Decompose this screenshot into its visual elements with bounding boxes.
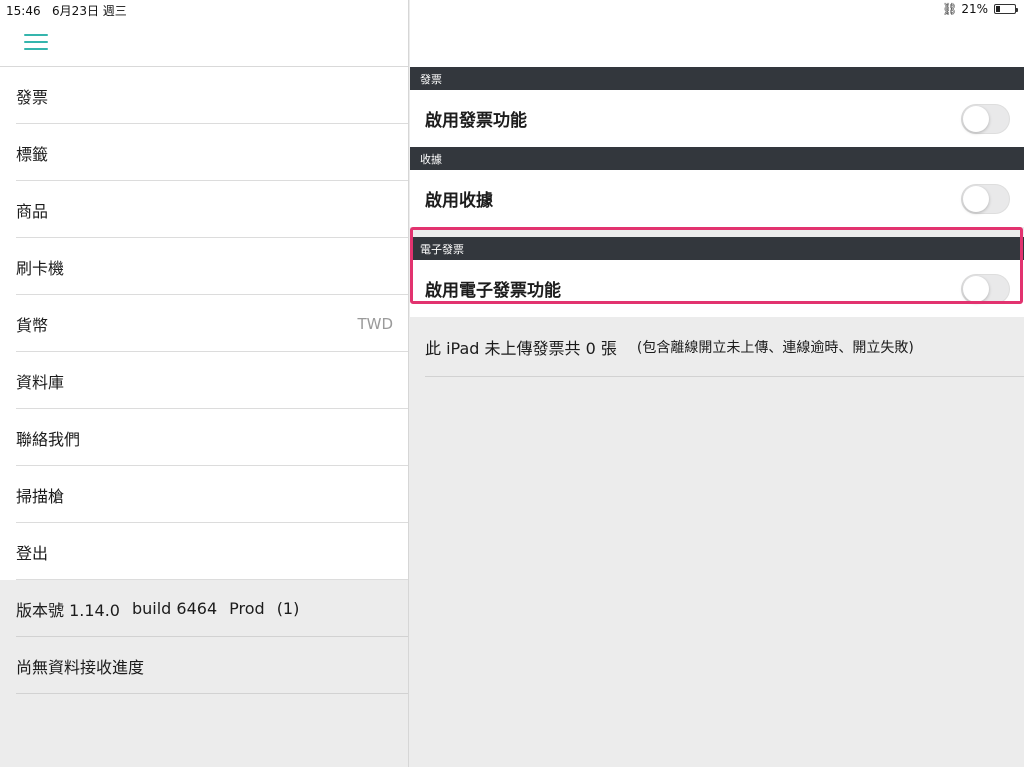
status-time: 15:46 — [6, 4, 41, 18]
sidebar-menu: 發票 標籤 商品 刷卡機 貨幣 TWD 資料庫 聯絡我們 掃描槍 登出 — [0, 67, 408, 580]
section-header-invoice: 發票 — [410, 67, 1024, 90]
version-info: 版本號 1.14.0 build 6464 Prod (1) — [0, 580, 408, 637]
version-count: (1) — [276, 599, 300, 618]
section-header-e-invoice: 電子發票 — [410, 237, 1024, 260]
sidebar-item-logout[interactable]: 登出 — [0, 523, 408, 580]
sidebar-item-products[interactable]: 商品 — [0, 181, 408, 238]
setting-enable-receipt: 啟用收據 — [410, 170, 1024, 227]
sidebar-item-label: 商品 — [16, 201, 49, 221]
link-icon: ⛓ — [942, 2, 958, 16]
environment-label: Prod — [229, 599, 265, 618]
setting-label: 啟用收據 — [425, 191, 493, 211]
version-number: 版本號 1.14.0 — [16, 600, 120, 620]
status-bar: 15:46 6月23日 週三 ⛓ 21% — [0, 0, 1024, 20]
battery-fill — [996, 6, 1000, 12]
toggle-knob — [963, 105, 989, 132]
status-date: 6月23日 週三 — [52, 4, 127, 18]
sidebar-item-label: 標籤 — [16, 144, 49, 164]
sidebar-item-label: 刷卡機 — [16, 258, 65, 278]
pending-count-text: 此 iPad 未上傳發票共 0 張 — [425, 339, 617, 358]
sidebar-item-label: 掃描槍 — [16, 486, 65, 506]
status-indicators: ⛓ 21% — [942, 2, 1018, 16]
currency-value: TWD — [357, 314, 393, 333]
pending-note: (包含離線開立未上傳、連線逾時、開立失敗) — [636, 340, 914, 356]
sidebar-item-labels[interactable]: 標籤 — [0, 124, 408, 181]
section-title: 電子發票 — [420, 242, 464, 256]
e-invoice-toggle[interactable] — [961, 273, 1010, 304]
sidebar-item-contact[interactable]: 聯絡我們 — [0, 409, 408, 466]
sidebar-item-label: 聯絡我們 — [16, 429, 81, 449]
sidebar-item-database[interactable]: 資料庫 — [0, 352, 408, 409]
section-title: 發票 — [420, 72, 442, 86]
sync-status-text: 尚無資料接收進度 — [16, 657, 145, 677]
build-number: build 6464 — [131, 599, 218, 618]
sidebar: 發票 標籤 商品 刷卡機 貨幣 TWD 資料庫 聯絡我們 掃描槍 登出 版本號 … — [0, 0, 409, 767]
receipt-toggle[interactable] — [961, 183, 1010, 214]
setting-label: 啟用發票功能 — [425, 111, 527, 131]
sidebar-item-label: 發票 — [16, 87, 49, 107]
setting-enable-e-invoice: 啟用電子發票功能 — [410, 260, 1024, 317]
settings-content: 發票 啟用發票功能 收據 啟用收據 電子發票 啟用電子發票功能 此 iPad 未… — [410, 0, 1024, 767]
section-title: 收據 — [420, 152, 442, 166]
sidebar-item-label: 貨幣 — [16, 315, 49, 335]
toggle-knob — [963, 185, 989, 212]
sidebar-info: 版本號 1.14.0 build 6464 Prod (1) 尚無資料接收進度 — [0, 580, 408, 694]
pending-invoices: 此 iPad 未上傳發票共 0 張 (包含離線開立未上傳、連線逾時、開立失敗) — [410, 317, 1024, 377]
invoice-toggle[interactable] — [961, 103, 1010, 134]
sidebar-item-label: 登出 — [16, 543, 49, 563]
sync-status: 尚無資料接收進度 — [0, 637, 408, 694]
status-time-date: 15:46 6月23日 週三 — [6, 2, 127, 19]
setting-label: 啟用電子發票功能 — [425, 281, 561, 301]
sidebar-item-scanner[interactable]: 掃描槍 — [0, 466, 408, 523]
sidebar-item-currency[interactable]: 貨幣 TWD — [0, 295, 408, 352]
battery-percent: 21% — [961, 2, 988, 16]
sidebar-item-label: 資料庫 — [16, 372, 65, 392]
sidebar-item-invoice[interactable]: 發票 — [0, 67, 408, 124]
battery-icon — [994, 4, 1018, 14]
setting-enable-invoice: 啟用發票功能 — [410, 90, 1024, 147]
hamburger-icon[interactable] — [24, 34, 48, 51]
toggle-knob — [963, 275, 989, 302]
section-header-receipt: 收據 — [410, 147, 1024, 170]
sidebar-item-card-reader[interactable]: 刷卡機 — [0, 238, 408, 295]
